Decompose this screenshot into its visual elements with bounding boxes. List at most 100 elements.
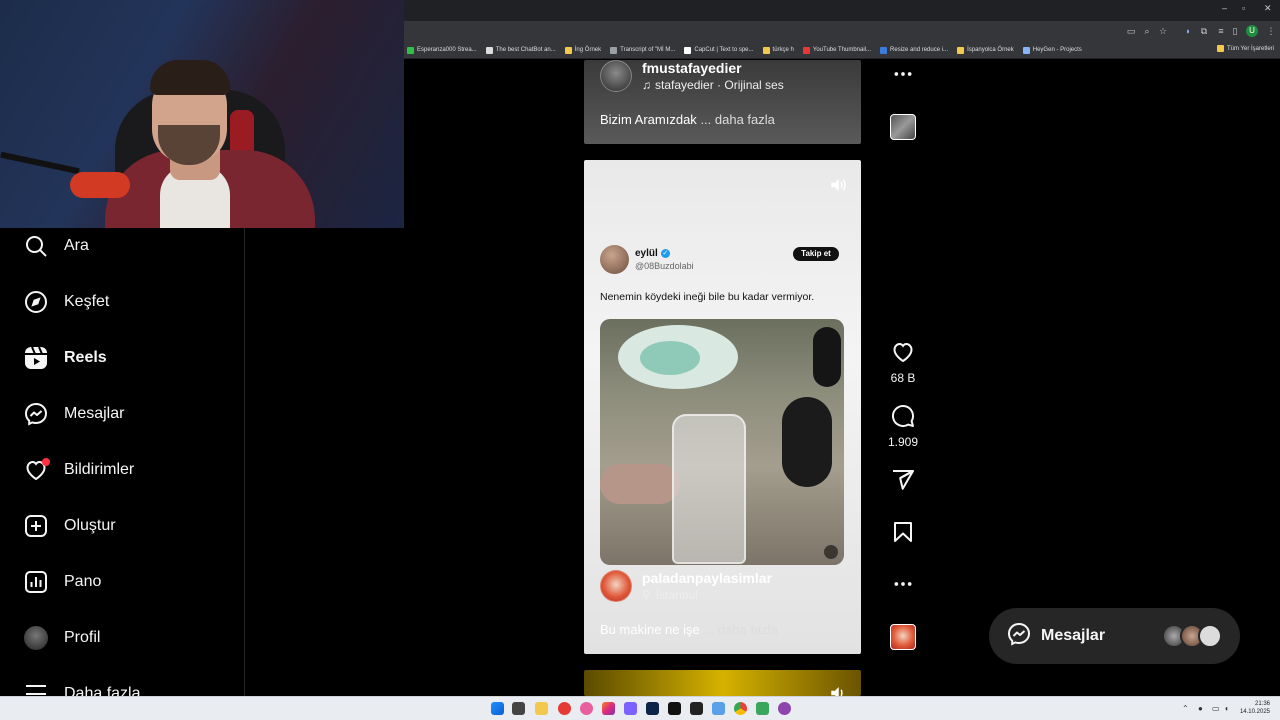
chrome-icon[interactable]	[734, 702, 747, 715]
comment-button[interactable]: 1.909	[886, 404, 920, 449]
task-view-icon[interactable]	[512, 702, 525, 715]
restore-icon[interactable]: ▫	[1242, 3, 1245, 13]
settings-icon[interactable]	[712, 702, 725, 715]
sidebar-item-search[interactable]: Ara	[24, 231, 89, 261]
like-button[interactable]: 68 B	[886, 340, 920, 385]
video-pump-top	[640, 341, 700, 375]
app-icon[interactable]	[624, 702, 637, 715]
chevron-up-icon[interactable]: ⌃	[1182, 704, 1189, 713]
music-note-icon: ♫	[642, 78, 651, 92]
bookmark-folder[interactable]: türkçe h	[762, 46, 794, 54]
sidebar-item-profile[interactable]: Profil	[24, 623, 100, 653]
bookmark[interactable]: CapCut | Text to spe...	[684, 46, 754, 54]
taskbar-clock[interactable]: 21:36 14.10.2025	[1240, 700, 1270, 716]
star-icon[interactable]: ☆	[1158, 26, 1168, 36]
app-icon[interactable]	[580, 702, 593, 715]
sidepanel-icon[interactable]: ▯	[1230, 26, 1240, 36]
windows-taskbar: ⌃ ● ▭ ◖ 21:36 14.10.2025	[0, 696, 1280, 720]
share-button[interactable]	[886, 468, 920, 497]
messages-avatars	[1162, 624, 1222, 648]
folder-icon	[762, 46, 770, 54]
cast-icon[interactable]: ▭	[1126, 26, 1136, 36]
browser-toolbar: ▭ ⌕ ☆ ◗ ⧉ ≡ ▯ U ⋮	[404, 21, 1280, 42]
bookmark-label: The best ChatBot an...	[495, 47, 556, 53]
capcut-icon[interactable]	[690, 702, 703, 715]
audio-thumbnail[interactable]	[890, 624, 916, 650]
avatar[interactable]	[600, 60, 632, 92]
bookmark[interactable]: Resize and reduce i...	[880, 46, 949, 54]
photoshop-icon[interactable]	[646, 702, 659, 715]
reel-current[interactable]: eylül ✓ @08Buzdolabi Takip et Nenemin kö…	[584, 160, 861, 654]
app-icon[interactable]	[778, 702, 791, 715]
bookmark[interactable]: YouTube Thumbnail...	[802, 46, 871, 54]
minimize-icon[interactable]: –	[1222, 3, 1227, 13]
plus-square-icon	[24, 514, 48, 538]
avatar[interactable]	[600, 570, 632, 602]
windows-start-icon[interactable]	[491, 702, 504, 715]
sidebar-item-create[interactable]: Oluştur	[24, 511, 116, 541]
bookmark-favicon	[684, 46, 692, 54]
sidebar-item-label: Daha fazla	[64, 685, 141, 696]
tweet-video	[600, 319, 844, 565]
bookmark-folder[interactable]: İspanyolca Örnek	[957, 46, 1014, 54]
follow-button: Takip et	[793, 247, 839, 261]
bookmark-label: Esperanza000 Strea...	[417, 47, 477, 53]
mic-icon[interactable]: ●	[1198, 704, 1203, 713]
zoom-icon[interactable]: ⌕	[1142, 26, 1152, 36]
sidebar-item-more[interactable]: Daha fazla	[24, 679, 141, 696]
more-link[interactable]: ... daha fazla	[700, 112, 774, 127]
close-icon[interactable]: ✕	[1264, 3, 1272, 14]
reel-audio[interactable]: ♫ stafayedier · Orijinal ses	[642, 78, 784, 92]
audio-thumbnail[interactable]	[890, 114, 916, 140]
sidebar-item-messages[interactable]: Mesajlar	[24, 399, 124, 429]
more-options-icon[interactable]	[886, 576, 920, 597]
tweet-text: Nenemin köydeki ineği bile bu kadar verm…	[600, 291, 815, 303]
volume-icon[interactable]: ◖	[1224, 704, 1229, 713]
speaker-icon[interactable]	[829, 176, 847, 194]
network-icon[interactable]: ▭	[1212, 704, 1220, 713]
sidebar-item-label: Pano	[64, 573, 102, 590]
sidebar-item-reels[interactable]: Reels	[24, 343, 107, 373]
sidebar-item-label: Ara	[64, 237, 89, 254]
reel-caption: Bizim Aramızdak ... daha fazla	[600, 112, 775, 127]
bookmark[interactable]: The best ChatBot an...	[485, 46, 556, 54]
instagram-icon[interactable]	[602, 702, 615, 715]
app-icon[interactable]	[756, 702, 769, 715]
reel-previous[interactable]: fmustafayedier ♫ stafayedier · Orijinal …	[584, 60, 861, 144]
extensions-icon[interactable]: ⧉	[1199, 26, 1209, 36]
tiktok-icon[interactable]	[668, 702, 681, 715]
more-link[interactable]: ... daha fazla	[703, 622, 777, 637]
bookmark[interactable]: Esperanza000 Strea...	[407, 46, 477, 54]
reel-author-name[interactable]: fmustafayedier	[642, 60, 784, 76]
bookmark-label: HeyGen - Projects	[1032, 47, 1082, 53]
reel-next[interactable]	[584, 670, 861, 696]
save-button[interactable]	[886, 520, 920, 549]
comment-icon	[892, 405, 914, 427]
read-aloud-icon[interactable]: ◗	[1183, 26, 1193, 36]
media-icon[interactable]: ≡	[1216, 26, 1226, 36]
bookmark-folder[interactable]: İng Örnek	[564, 46, 601, 54]
notification-dot	[42, 458, 50, 466]
webcam-person-hair	[150, 60, 230, 95]
more-options-icon[interactable]	[886, 66, 920, 87]
speaker-icon[interactable]	[829, 684, 847, 696]
all-bookmarks-folder[interactable]: Tüm Yer İşaretleri	[1216, 45, 1274, 52]
bookmark-label: Resize and reduce i...	[890, 47, 949, 53]
messages-pill[interactable]: Mesajlar	[989, 608, 1240, 664]
browser-titlebar: – ▫ ✕	[404, 0, 1280, 21]
bookmark[interactable]: HeyGen - Projects	[1022, 46, 1082, 54]
video-pan	[782, 397, 832, 487]
sidebar-item-explore[interactable]: Keşfet	[24, 287, 109, 317]
reel-author-name[interactable]: paladanpaylasimlar	[642, 570, 772, 586]
folder-icon	[564, 46, 572, 54]
bookmark[interactable]: Transcript of "Mİ M...	[610, 46, 675, 54]
sidebar-item-notifications[interactable]: Bildirimler	[24, 455, 134, 485]
app-icon[interactable]	[558, 702, 571, 715]
profile-avatar[interactable]: U	[1246, 25, 1258, 37]
webcam-mic-arm	[0, 151, 80, 175]
reel-location[interactable]: ⚲ İstanbul	[642, 588, 772, 602]
menu-icon	[24, 682, 48, 696]
sidebar-item-dashboard[interactable]: Pano	[24, 567, 101, 597]
kebab-menu-icon[interactable]: ⋮	[1266, 26, 1276, 36]
file-explorer-icon[interactable]	[535, 702, 548, 715]
